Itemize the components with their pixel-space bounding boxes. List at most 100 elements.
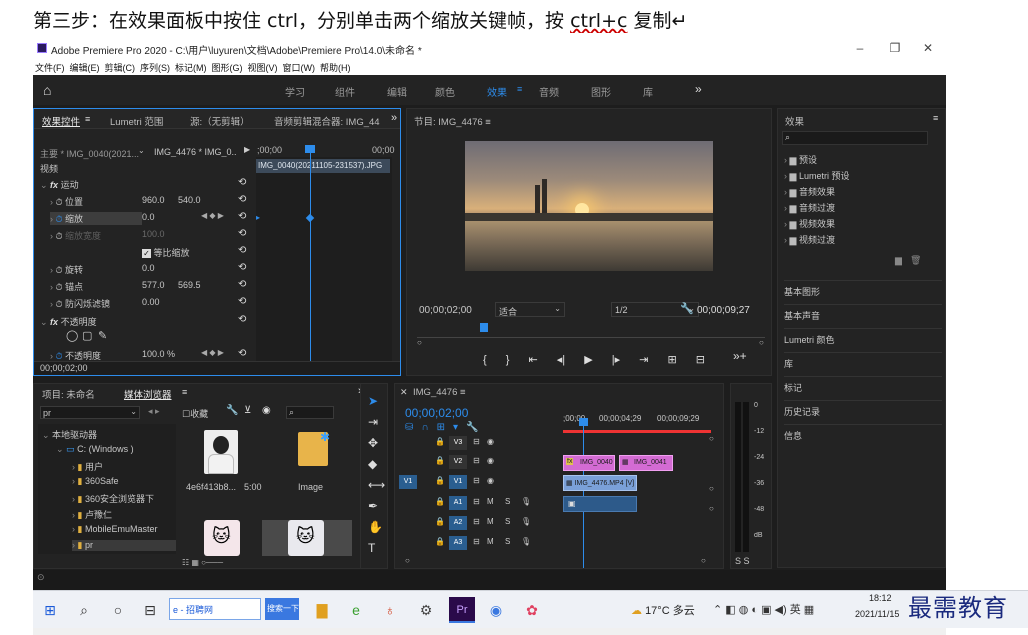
track-select-icon[interactable]: ⇥: [368, 415, 378, 429]
effects-section[interactable]: 标记: [784, 376, 942, 396]
weather-widget[interactable]: ☁ 17°C 多云: [631, 602, 695, 618]
reset-icon[interactable]: ⟲: [238, 296, 246, 307]
chevron-down-icon[interactable]: ⌄: [138, 146, 145, 155]
play-icon[interactable]: ▶: [584, 354, 592, 366]
step-back-icon[interactable]: ◂|: [557, 354, 565, 366]
ec-more-button[interactable]: »: [391, 112, 397, 124]
panel-menu-icon[interactable]: ≡: [933, 113, 938, 123]
timeline-timecode[interactable]: 00;00;02;00: [405, 406, 468, 420]
slip-icon[interactable]: ⟷: [368, 478, 385, 492]
effects-section[interactable]: 信息: [784, 424, 942, 444]
path-dropdown[interactable]: pr ⌄: [40, 406, 140, 419]
lock-icon[interactable]: 🔒: [435, 517, 445, 526]
timeline-zoom-left[interactable]: ○: [405, 556, 410, 565]
tab-project[interactable]: 项目: 未命名: [42, 387, 95, 401]
clock-time[interactable]: 18:12: [869, 593, 892, 603]
file-explorer-icon[interactable]: ▇: [309, 597, 335, 623]
param-row[interactable]: › ⏱ 旋转: [50, 263, 83, 276]
reset-icon[interactable]: ⟲: [238, 245, 246, 256]
media-thumbnail[interactable]: 4e6f413b8... 5:00: [182, 424, 262, 516]
close-icon[interactable]: ✕: [400, 387, 408, 398]
task-view-icon[interactable]: ⊟: [137, 597, 163, 623]
tab-source[interactable]: 源:（无剪辑）: [190, 114, 250, 128]
param-value[interactable]: 0.00: [142, 297, 160, 307]
reset-icon[interactable]: ⟲: [238, 262, 246, 273]
fit-dropdown[interactable]: 适合 ⌄: [495, 302, 565, 317]
reset-icon[interactable]: ⟲: [238, 177, 246, 188]
nav-item-0[interactable]: 学习: [285, 84, 305, 99]
delete-icon[interactable]: 🗑: [910, 255, 921, 266]
overwrite-icon[interactable]: ⊟: [696, 354, 705, 366]
clock-date[interactable]: 2021/11/15: [855, 609, 899, 619]
cortana-icon[interactable]: ○: [105, 597, 131, 623]
pen-tool-icon[interactable]: ✒: [368, 499, 378, 513]
app-icon[interactable]: ♁: [377, 597, 403, 623]
param-value[interactable]: 0.0: [142, 263, 155, 273]
timeline-playhead-handle[interactable]: [579, 418, 588, 426]
lock-icon[interactable]: 🔒: [435, 456, 445, 465]
go-to-in-icon[interactable]: ⇤: [529, 354, 538, 366]
sync-lock-icon[interactable]: ⊟: [473, 517, 480, 526]
ec-playhead[interactable]: [310, 147, 311, 375]
effects-folder[interactable]: › ▆ 视频效果: [784, 217, 835, 230]
settings-gear-icon[interactable]: ⚙: [413, 597, 439, 623]
mute-button[interactable]: M: [487, 537, 494, 546]
tab-lumetri-scopes[interactable]: Lumetri 范围: [110, 114, 163, 128]
folder-tree-item[interactable]: › ▮ 用户: [72, 460, 103, 473]
button-editor-icon[interactable]: »+: [733, 349, 747, 363]
track-target-v2[interactable]: V2: [449, 455, 467, 469]
track-target-v3[interactable]: V3: [449, 436, 467, 450]
sequence-clip-label[interactable]: IMG_4476 * IMG_0...: [154, 147, 236, 157]
mask-pen-icon[interactable]: ✎: [98, 329, 107, 342]
motion-row[interactable]: ⌄ fx 运动: [40, 178, 79, 191]
solo-button[interactable]: S: [505, 517, 510, 526]
wrench-icon[interactable]: 🔧: [680, 302, 694, 315]
reset-icon[interactable]: ⟲: [238, 194, 246, 205]
new-bin-icon[interactable]: ▆: [895, 255, 902, 266]
nav-item-1[interactable]: 组件: [335, 84, 355, 99]
menu-item[interactable]: 图形(G): [212, 61, 243, 74]
mark-out-icon[interactable]: }: [506, 354, 510, 366]
program-scrub-bar[interactable]: [417, 324, 765, 338]
solo-button[interactable]: S: [505, 537, 510, 546]
clip-img4476-audio[interactable]: ▣: [563, 496, 637, 512]
effects-section[interactable]: 库: [784, 352, 942, 372]
source-patch-v1[interactable]: V1: [399, 475, 417, 489]
premiere-taskbar-icon[interactable]: Pr: [449, 597, 475, 623]
scroll-handle[interactable]: ○: [709, 484, 714, 493]
effects-section[interactable]: 基本图形: [784, 280, 942, 300]
reset-icon[interactable]: ⟲: [238, 211, 246, 222]
reset-icon[interactable]: ⟲: [238, 228, 246, 239]
effects-section[interactable]: 基本声音: [784, 304, 942, 324]
hand-tool-icon[interactable]: ✋: [368, 520, 383, 534]
mic-icon[interactable]: 🎙: [521, 517, 531, 526]
search-button[interactable]: 搜索一下: [265, 598, 299, 620]
ie-browser-icon[interactable]: e: [343, 597, 369, 623]
uniform-scale-checkbox[interactable]: ✓ 等比缩放: [142, 246, 190, 259]
panel-menu-icon[interactable]: ≡: [85, 114, 90, 124]
sync-lock-icon[interactable]: ⊟: [473, 497, 480, 506]
menu-item[interactable]: 剪辑(C): [105, 61, 136, 74]
param-value-2[interactable]: 569.5: [178, 280, 201, 290]
effects-section[interactable]: 历史记录: [784, 400, 942, 420]
param-row[interactable]: › ⏱ 位置: [50, 195, 83, 208]
selection-tool-icon[interactable]: ➤: [368, 394, 378, 408]
effects-section[interactable]: Lumetri 颜色: [784, 328, 942, 348]
eye-icon[interactable]: ◉: [487, 456, 494, 465]
zoom-handle-right[interactable]: ○: [759, 338, 764, 347]
media-thumbnail[interactable]: 🐱: [182, 520, 262, 556]
tab-audio-clip-mixer[interactable]: 音频剪辑混合器: IMG_44: [274, 114, 382, 128]
track-target-v1[interactable]: V1: [449, 475, 467, 489]
param-row[interactable]: › ⏱ 锚点: [50, 280, 83, 293]
media-search-input[interactable]: ⌕: [286, 406, 334, 419]
folder-tree-item[interactable]: › ▮ 卢豫仁: [72, 508, 112, 521]
mic-icon[interactable]: 🎙: [521, 497, 531, 506]
folder-tree-item[interactable]: ⌄ 本地驱动器: [42, 428, 97, 441]
solo-button[interactable]: S: [505, 497, 510, 506]
nav-item-3[interactable]: 颜色: [435, 84, 455, 99]
timeline-zoom-right[interactable]: ○: [701, 556, 706, 565]
lock-icon[interactable]: 🔒: [435, 476, 445, 485]
mute-button[interactable]: M: [487, 497, 494, 506]
menu-item[interactable]: 窗口(W): [283, 61, 316, 74]
nav-back-forward-icon[interactable]: ◂ ▸: [148, 406, 160, 417]
